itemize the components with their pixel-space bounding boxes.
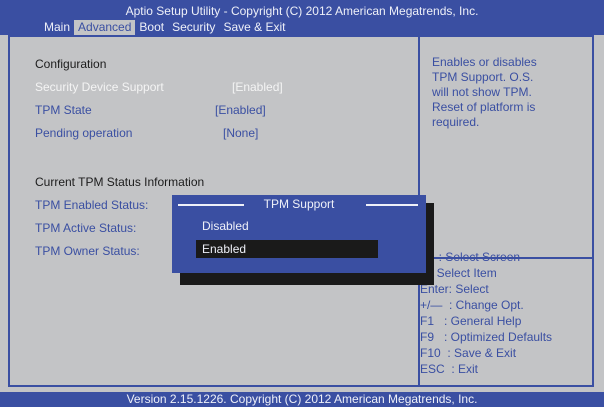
- menu-bar: Main Advanced Boot Security Save & Exit: [40, 20, 289, 35]
- tpm-active-status-label: TPM Active Status:: [35, 221, 137, 235]
- footer-version: Version 2.15.1226. Copyright (C) 2012 Am…: [0, 392, 604, 407]
- window-title: Aptio Setup Utility - Copyright (C) 2012…: [125, 4, 479, 18]
- menu-item-security[interactable]: Security: [168, 20, 219, 35]
- help-text: Enables or disables TPM Support. O.S. wi…: [432, 55, 582, 130]
- popup-title: TPM Support: [263, 197, 335, 211]
- pending-operation-label[interactable]: Pending operation: [35, 126, 132, 140]
- help-line: Enables or disables: [432, 55, 537, 69]
- title-bar: Aptio Setup Utility - Copyright (C) 2012…: [0, 0, 604, 35]
- popup-option-disabled[interactable]: Disabled: [196, 217, 378, 235]
- help-line: will not show TPM.: [432, 85, 532, 99]
- help-line: required.: [432, 115, 480, 129]
- key-select-item: : Select Item: [420, 266, 497, 280]
- menu-item-main[interactable]: Main: [40, 20, 74, 35]
- tpm-state-label[interactable]: TPM State: [35, 103, 92, 117]
- tpm-owner-status-label: TPM Owner Status:: [35, 244, 140, 258]
- tpm-enabled-status-label: TPM Enabled Status:: [35, 198, 149, 212]
- menu-item-boot[interactable]: Boot: [135, 20, 168, 35]
- key-exit: ESC : Exit: [420, 362, 479, 376]
- key-enter: Enter: Select: [420, 282, 489, 296]
- key-legend: ← : Select Screen : Select Item Enter: S…: [420, 249, 552, 377]
- key-save-exit: F10 : Save & Exit: [420, 346, 517, 360]
- security-device-support-label[interactable]: Security Device Support: [35, 80, 164, 94]
- help-line: TPM Support. O.S.: [432, 70, 534, 84]
- key-general-help: F1 : General Help: [420, 314, 522, 328]
- help-line: Reset of platform is: [432, 100, 536, 114]
- tpm-support-popup: TPM Support Disabled Enabled: [172, 195, 426, 273]
- section-heading: Configuration: [35, 57, 107, 71]
- key-select-screen: ← : Select Screen: [420, 250, 521, 264]
- key-optimized-defaults: F9 : Optimized Defaults: [420, 330, 553, 344]
- menu-item-save-exit[interactable]: Save & Exit: [219, 20, 289, 35]
- security-device-support-value[interactable]: [Enabled]: [232, 80, 283, 94]
- pending-operation-value[interactable]: [None]: [223, 126, 258, 140]
- tpm-status-heading: Current TPM Status Information: [35, 175, 205, 189]
- key-change-opt: +/— : Change Opt.: [420, 298, 524, 312]
- popup-option-enabled[interactable]: Enabled: [196, 240, 378, 258]
- tpm-state-value[interactable]: [Enabled]: [215, 103, 266, 117]
- menu-item-advanced[interactable]: Advanced: [74, 20, 136, 35]
